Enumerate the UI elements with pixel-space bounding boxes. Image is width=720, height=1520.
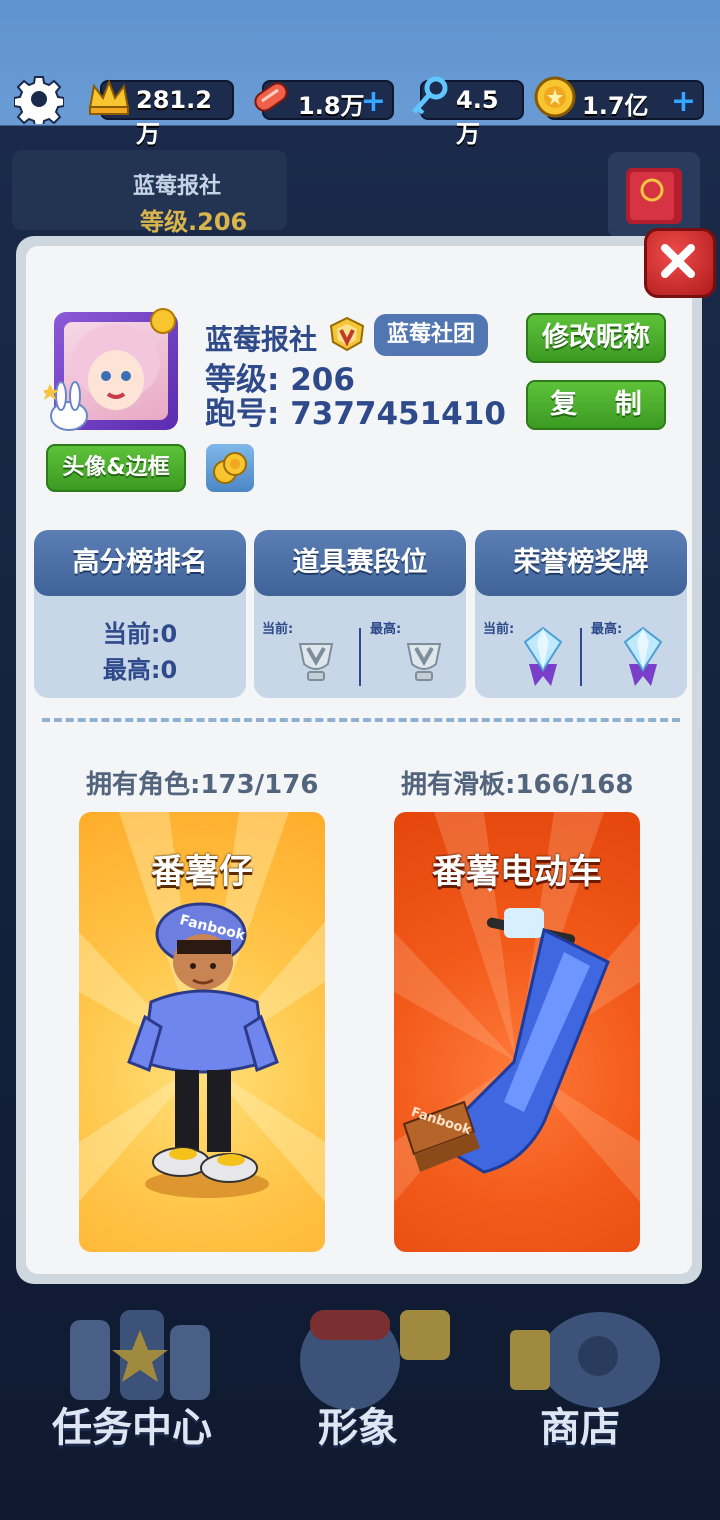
crown-value: 281.2万 — [136, 86, 212, 148]
add-hoverboard-button[interactable]: + — [361, 84, 386, 119]
crown-counter: 281.2万 — [88, 79, 234, 148]
player-run-id: 跑号: 7377451410 — [205, 396, 506, 432]
avatar-frame-button[interactable]: 头像&边框 — [46, 444, 186, 492]
diamond-medal-icon — [623, 626, 663, 686]
player-nickname: 蓝莓报社 — [205, 323, 318, 356]
nav-label-shop: 商店 — [540, 1405, 620, 1451]
honor-divider — [580, 628, 582, 686]
diamond-medal-icon — [523, 626, 563, 686]
key-value: 4.5万 — [456, 86, 499, 148]
club-badge[interactable]: 蓝莓社团 — [374, 314, 488, 356]
hoverboard-value: 1.8万 — [298, 92, 365, 120]
settings-button[interactable] — [13, 74, 65, 128]
character-card[interactable]: Fanbook 番薯仔 — [79, 812, 325, 1252]
close-button[interactable] — [644, 228, 716, 298]
background-player-level: 等级.206 — [140, 208, 248, 236]
highscore-rank-box[interactable]: 高分榜排名 当前:0 最高:0 — [34, 530, 246, 698]
hoverboard-icon — [254, 82, 288, 112]
hoverboard-counter: 1.8万 + — [254, 80, 394, 120]
item-race-tier-box[interactable]: 道具赛段位 当前: 最高: — [254, 530, 466, 698]
characters-owned: 拥有角色:173/176 — [86, 770, 319, 800]
background-book-button — [608, 152, 700, 238]
money-bag-icon — [510, 1312, 660, 1408]
rename-button[interactable]: 修改昵称 — [526, 313, 666, 363]
honor-current-label: 当前: — [483, 622, 515, 637]
gear-icon — [13, 76, 65, 128]
bunny-icon — [44, 381, 88, 431]
moon-coin-icon — [150, 308, 176, 334]
item-race-divider — [359, 628, 361, 686]
vip-badge — [327, 316, 367, 352]
close-icon — [661, 244, 695, 278]
board-card[interactable]: Fanbook 番薯电动车 — [394, 812, 640, 1252]
silver-trophy-icon — [406, 643, 442, 681]
add-coin-button[interactable]: + — [671, 84, 696, 119]
item-race-best-label: 最高: — [370, 622, 402, 637]
spray-cans-icon — [70, 1310, 210, 1400]
honor-best-label: 最高: — [591, 622, 623, 637]
character-name: 番薯仔 — [151, 852, 253, 892]
highscore-rank-title: 高分榜排名 — [34, 530, 246, 596]
highscore-current: 当前:0 — [102, 620, 178, 648]
character-head-icon — [300, 1310, 450, 1410]
silver-trophy-icon — [298, 643, 334, 681]
coin-counter: 1.7亿 + — [534, 76, 704, 120]
resource-bar: 281.2万 1.8万 + 4.5万 1.7亿 + — [0, 70, 720, 148]
book-icon — [626, 168, 682, 224]
vip-badge-icon — [329, 316, 365, 352]
coin-value: 1.7亿 — [582, 92, 649, 120]
honor-medal-box[interactable]: 荣誉榜奖牌 当前: 最高: — [475, 530, 687, 698]
honor-medal-title: 荣誉榜奖牌 — [475, 530, 687, 596]
background-player-name: 蓝莓报社 — [133, 174, 222, 199]
nav-label-appearance: 形象 — [318, 1405, 398, 1451]
coins-icon — [213, 452, 247, 484]
coin-icon — [534, 76, 576, 118]
highscore-best: 最高:0 — [102, 656, 178, 684]
coin-frame-button[interactable] — [206, 444, 254, 492]
item-race-tier-title: 道具赛段位 — [254, 530, 466, 596]
crown-icon — [88, 79, 130, 115]
item-race-current-label: 当前: — [262, 622, 294, 637]
board-name: 番薯电动车 — [432, 852, 602, 892]
key-icon — [412, 76, 448, 115]
section-divider — [42, 718, 680, 722]
copy-button[interactable]: 复 制 — [526, 380, 666, 430]
boards-owned: 拥有滑板:166/168 — [401, 770, 634, 800]
nav-label-tasks: 任务中心 — [52, 1405, 212, 1451]
avatar[interactable] — [44, 308, 178, 431]
key-counter: 4.5万 — [412, 76, 524, 148]
